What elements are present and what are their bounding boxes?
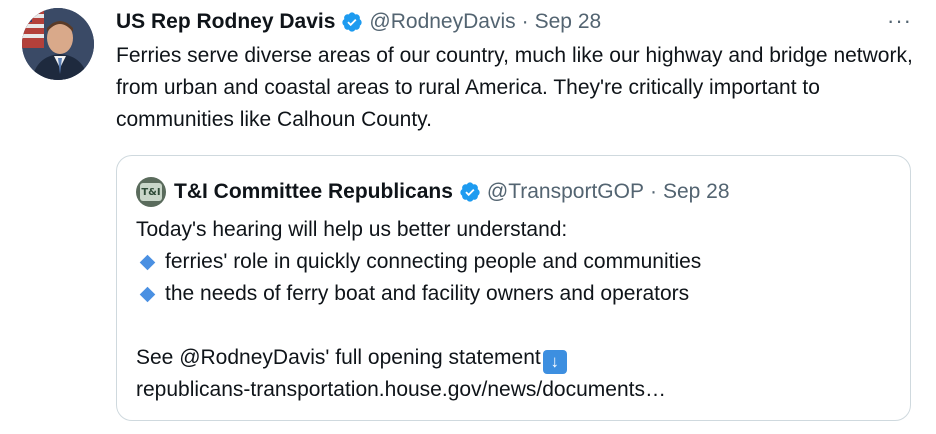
more-options-icon[interactable]: ··· bbox=[887, 10, 912, 32]
author-avatar[interactable] bbox=[22, 8, 94, 80]
quoted-header-separator: · bbox=[649, 180, 657, 203]
tweet-header: US Rep Rodney Davis @RodneyDavis · Sep 2… bbox=[116, 7, 601, 37]
quoted-tweet-header: T&I T&I Committee Republicans @Transport… bbox=[136, 177, 730, 207]
quoted-tweet-text: Today's hearing will help us better unde… bbox=[136, 214, 896, 406]
quoted-intro: Today's hearing will help us better unde… bbox=[136, 218, 568, 241]
bullet-text: the needs of ferry boat and facility own… bbox=[165, 282, 690, 305]
quoted-tweet-date: Sep 28 bbox=[662, 180, 730, 203]
author-name[interactable]: US Rep Rodney Davis bbox=[116, 10, 335, 34]
statement-line: See @RodneyDavis' full opening statement… bbox=[136, 342, 896, 374]
header-separator: · bbox=[521, 10, 529, 33]
verified-badge-icon bbox=[341, 11, 363, 33]
blue-diamond-icon bbox=[139, 254, 156, 270]
verified-badge-icon bbox=[459, 181, 481, 203]
quoted-author-avatar[interactable]: T&I bbox=[136, 177, 166, 207]
quoted-author-handle: @TransportGOP bbox=[486, 180, 644, 203]
quoted-author-name: T&I Committee Republicans bbox=[174, 180, 453, 203]
tweet-text: Ferries serve diverse areas of our count… bbox=[116, 44, 913, 131]
down-arrow-emoji-icon: ↓ bbox=[542, 350, 567, 374]
quoted-link: republicans-transportation.house.gov/new… bbox=[136, 378, 666, 401]
author-handle[interactable]: @RodneyDavis bbox=[369, 10, 515, 34]
list-item: ferries' role in quickly connecting peop… bbox=[136, 246, 896, 278]
quoted-avatar-logo-text: T&I bbox=[140, 183, 162, 201]
statement-text: See @RodneyDavis' full opening statement bbox=[136, 346, 541, 369]
blue-diamond-icon bbox=[139, 286, 156, 302]
tweet-date[interactable]: Sep 28 bbox=[535, 10, 602, 34]
quoted-tweet-card[interactable]: T&I T&I Committee Republicans @Transport… bbox=[116, 155, 911, 421]
author-avatar-image bbox=[22, 8, 94, 80]
list-item: the needs of ferry boat and facility own… bbox=[136, 278, 896, 310]
bullet-text: ferries' role in quickly connecting peop… bbox=[165, 250, 702, 273]
